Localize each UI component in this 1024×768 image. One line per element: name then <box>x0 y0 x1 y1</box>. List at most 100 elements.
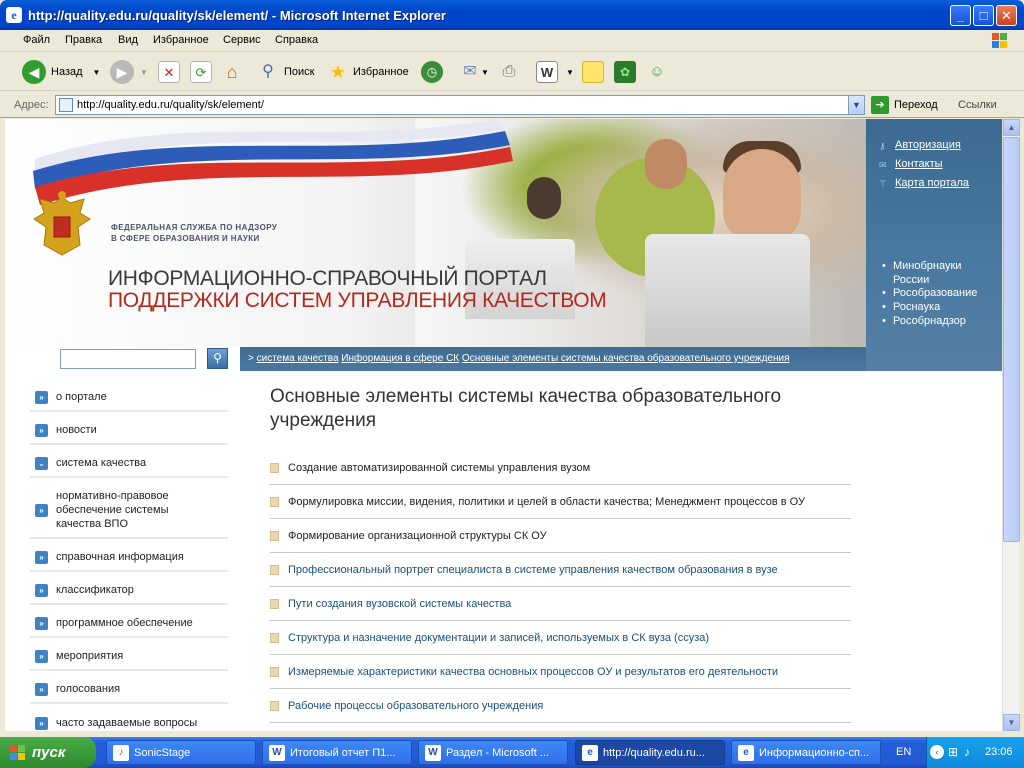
network-icon[interactable]: ⊞ <box>948 745 958 759</box>
refresh-button[interactable]: ⟳ <box>190 59 212 85</box>
scrollbar-thumb[interactable] <box>1003 137 1020 542</box>
address-input[interactable]: http://quality.edu.ru/quality/sk/element… <box>55 95 865 115</box>
nav-item-software[interactable]: » программное обеспечение <box>30 610 228 638</box>
messenger-button[interactable]: ☺ <box>646 59 668 85</box>
article-title[interactable]: Профессиональный портрет специалиста в с… <box>288 564 778 576</box>
back-button[interactable]: ◀ Назад ▼ <box>22 59 100 85</box>
tray-expand-icon[interactable]: ‹ <box>930 745 944 759</box>
article-link[interactable]: Создание автоматизированной системы упра… <box>270 451 851 485</box>
favorites-label: Избранное <box>353 66 409 78</box>
article-title[interactable]: Пути создания вузовской системы качества <box>288 598 511 610</box>
article-title[interactable]: Формирование организационной структуры С… <box>288 530 547 542</box>
ministry-link-rosnauka[interactable]: Роснаука <box>882 301 940 313</box>
double-chevron-icon: » <box>35 390 48 404</box>
article-link[interactable]: Профессиональный портрет специалиста в с… <box>270 553 851 587</box>
ministry-link-rosobrnadzor[interactable]: Рособрнадзор <box>882 315 966 327</box>
window-title: http://quality.edu.ru/quality/sk/element… <box>28 8 446 23</box>
menu-file[interactable]: Файл <box>23 34 50 46</box>
nav-item-votes[interactable]: » голосования <box>30 676 228 704</box>
article-link[interactable]: Формирование организационной структуры С… <box>270 519 851 553</box>
go-button[interactable]: ➔ Переход <box>871 96 938 114</box>
article-link[interactable]: Рабочие процессы образовательного учрежд… <box>270 689 851 723</box>
nav-item-events[interactable]: » мероприятия <box>30 643 228 671</box>
taskbar-item-word-report[interactable]: W Итоговый отчет П1... <box>262 740 412 765</box>
stop-button[interactable]: ✕ <box>158 59 180 85</box>
toolbar: ◀ Назад ▼ ▶ ▼ ✕ ⟳ ⌂ ⚲ Поиск ★ Избранное … <box>0 53 1024 91</box>
favorites-button[interactable]: ★ Избранное <box>327 59 409 85</box>
start-button[interactable]: пуск <box>0 737 96 768</box>
vertical-scrollbar[interactable]: ▲ ▼ <box>1002 119 1020 731</box>
go-arrow-icon: ➔ <box>871 96 889 114</box>
history-button[interactable]: ◷ <box>421 59 443 85</box>
links-button[interactable]: Ссылки <box>958 99 997 111</box>
ie-icon: e <box>738 744 754 761</box>
home-icon: ⌂ <box>226 62 238 82</box>
page-icon <box>59 98 73 112</box>
taskbar-item-word-section[interactable]: W Раздел - Microsoft ... <box>418 740 568 765</box>
ministry-link-minobrnauki[interactable]: Минобрнауки России <box>882 259 988 287</box>
address-url[interactable]: http://quality.edu.ru/quality/sk/element… <box>77 99 264 111</box>
breadcrumb-item[interactable]: система качества <box>257 353 339 364</box>
mail-button[interactable]: ✉ ▼ <box>459 59 489 85</box>
sitemap-link[interactable]: Карта портала <box>880 177 969 189</box>
menu-help[interactable]: Справка <box>275 34 318 46</box>
nav-item-about[interactable]: » о портале <box>30 384 228 412</box>
breadcrumb: > система качества Информация в сфере СК… <box>240 347 866 371</box>
menu-edit[interactable]: Правка <box>65 34 102 46</box>
refresh-icon: ⟳ <box>190 61 212 83</box>
article-title[interactable]: Создание автоматизированной системы упра… <box>288 462 590 474</box>
nav-item-faq[interactable]: » часто задаваемые вопросы <box>30 709 228 731</box>
article-link[interactable]: Измеряемые характеристики качества основ… <box>270 655 851 689</box>
task-label: Раздел - Microsoft ... <box>446 746 549 759</box>
volume-icon[interactable]: ♪ <box>964 745 970 759</box>
nav-item-regulatory[interactable]: » нормативно-правовое обеспечение систем… <box>30 483 228 539</box>
minimize-button[interactable]: _ <box>950 5 971 26</box>
search-button[interactable]: ⚲ Поиск <box>257 59 314 85</box>
menu-tools[interactable]: Сервис <box>223 34 261 46</box>
mail-dropdown-icon[interactable]: ▼ <box>481 68 489 77</box>
ministry-link-rosobrazovanie[interactable]: Рособразование <box>882 287 977 299</box>
taskbar-item-sonicstage[interactable]: ♪ SonicStage <box>106 740 256 765</box>
discuss-button[interactable] <box>582 59 604 85</box>
breadcrumb-item[interactable]: Основные элементы системы качества образ… <box>462 353 790 364</box>
article-link[interactable]: Пути создания вузовской системы качества <box>270 587 851 621</box>
menu-favorites[interactable]: Избранное <box>153 34 209 46</box>
address-dropdown-icon[interactable]: ▼ <box>848 96 864 114</box>
taskbar-item-ie-portal[interactable]: e Информационно-сп... <box>731 740 881 765</box>
nav-item-news[interactable]: » новости <box>30 417 228 445</box>
maximize-button[interactable]: □ <box>973 5 994 26</box>
article-title[interactable]: Структура и назначение документации и за… <box>288 632 709 644</box>
stop-icon: ✕ <box>158 61 180 83</box>
edit-dropdown-icon[interactable]: ▼ <box>566 68 574 77</box>
article-title[interactable]: Формулировка миссии, видения, политики и… <box>288 496 805 508</box>
forward-arrow-icon: ▶ <box>110 60 134 84</box>
word-icon: W <box>425 744 441 761</box>
nav-item-classifier[interactable]: » классификатор <box>30 577 228 605</box>
word-icon: W <box>269 744 285 761</box>
menu-view[interactable]: Вид <box>118 34 138 46</box>
contacts-link[interactable]: Контакты <box>880 158 943 170</box>
site-search-button[interactable]: ⚲ <box>207 348 228 369</box>
login-link[interactable]: Авторизация <box>880 139 961 151</box>
taskbar-item-ie-active[interactable]: e http://quality.edu.ru... <box>575 740 725 765</box>
article-title[interactable]: Измеряемые характеристики качества основ… <box>288 666 778 678</box>
nav-item-reference[interactable]: » справочная информация <box>30 544 228 572</box>
article-link[interactable]: Формулировка миссии, видения, политики и… <box>270 485 851 519</box>
scroll-down-icon[interactable]: ▼ <box>1003 714 1020 731</box>
close-button[interactable]: ✕ <box>996 5 1017 26</box>
forward-button[interactable]: ▶ ▼ <box>110 59 148 85</box>
edit-button[interactable]: W ▼ <box>536 59 574 85</box>
site-search-input[interactable] <box>60 349 196 369</box>
article-title[interactable]: Рабочие процессы образовательного учрежд… <box>288 700 543 712</box>
clock[interactable]: 23:06 <box>985 746 1013 758</box>
icq-button[interactable]: ✿ <box>614 59 636 85</box>
article-link[interactable]: Структура и назначение документации и за… <box>270 621 851 655</box>
language-indicator[interactable]: EN <box>896 746 911 758</box>
nav-item-quality-system[interactable]: ⌄ система качества <box>30 450 228 478</box>
scroll-up-icon[interactable]: ▲ <box>1003 119 1020 136</box>
print-button[interactable]: ⎙ <box>498 59 520 85</box>
back-dropdown-icon[interactable]: ▼ <box>93 68 101 77</box>
breadcrumb-item[interactable]: Информация в сфере СК <box>341 353 459 364</box>
home-button[interactable]: ⌂ <box>221 59 243 85</box>
forward-dropdown-icon[interactable]: ▼ <box>140 68 148 77</box>
